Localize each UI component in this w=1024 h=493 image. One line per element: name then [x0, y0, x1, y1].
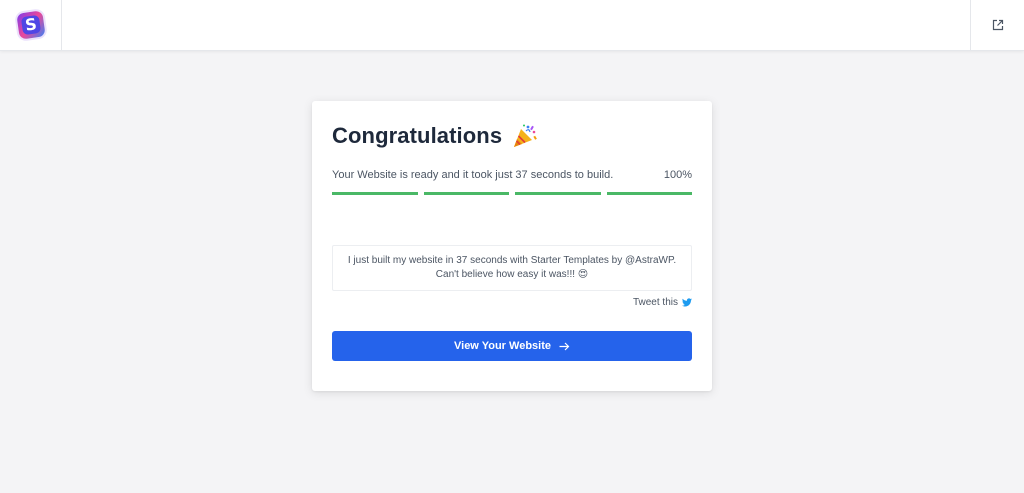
logo-container[interactable]: S — [0, 0, 62, 50]
view-website-button[interactable]: View Your Website — [332, 331, 692, 361]
progress-segment — [423, 192, 509, 195]
progress-segment — [332, 192, 418, 195]
title-row: Congratulations — [332, 123, 538, 149]
twitter-icon — [682, 298, 692, 307]
progress-segment-fill — [423, 192, 509, 195]
view-website-label: View Your Website — [454, 340, 551, 352]
progress-bar — [332, 192, 692, 195]
progress-segment-fill — [606, 192, 692, 195]
external-link-icon — [992, 19, 1003, 31]
tweet-this-label: Tweet this — [632, 297, 678, 308]
top-bar: S — [0, 0, 1024, 51]
progress-segment — [606, 192, 692, 195]
tweet-this-link[interactable]: Tweet this — [633, 297, 692, 308]
tweet-text-line-2: Can't believe how easy it was!!! 😍 — [435, 269, 589, 280]
progress-segment — [515, 192, 601, 195]
starter-templates-logo-icon: S — [15, 10, 46, 40]
external-link-button[interactable] — [970, 0, 1024, 50]
progress-percent: 100% — [663, 169, 692, 181]
party-popper-icon — [514, 124, 538, 147]
tweet-message-box: I just built my website in 37 seconds wi… — [332, 245, 692, 291]
build-status-text: Your Website is ready and it took just 3… — [332, 169, 614, 181]
arrow-right-icon — [559, 342, 570, 351]
logo-letter: S — [23, 14, 38, 35]
progress-segment-fill — [332, 192, 418, 195]
progress-segment-fill — [515, 192, 601, 195]
page-title: Congratulations — [332, 123, 503, 148]
tweet-text-line-1: I just built my website in 37 seconds wi… — [347, 255, 677, 266]
success-card: Congratulations Your Website is ready an… — [312, 101, 712, 391]
